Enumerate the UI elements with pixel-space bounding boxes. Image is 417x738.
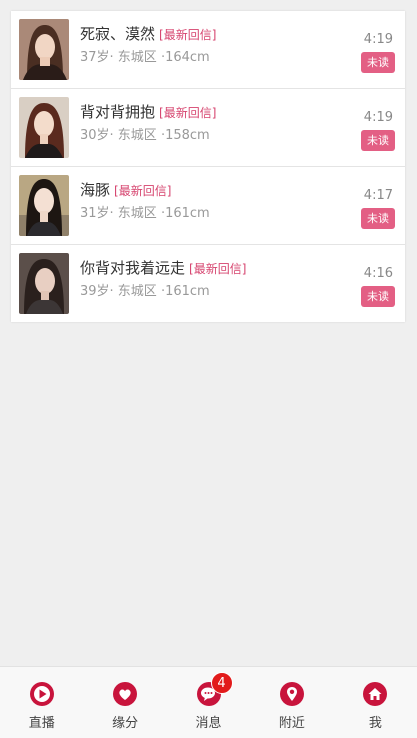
contact-name: 你背对我着远走 <box>80 259 186 277</box>
home-icon <box>363 682 388 706</box>
latest-reply-tag: [最新回信] <box>189 262 247 276</box>
message-count-badge: 4 <box>210 672 233 694</box>
name-line: 海豚 [最新回信] <box>80 179 171 200</box>
message-row[interactable]: 海豚 [最新回信] 31岁· 东城区 ·161cm 4:17 未读 <box>11 167 405 245</box>
message-row[interactable]: 背对背拥抱 [最新回信] 30岁· 东城区 ·158cm 4:19 未读 <box>11 89 405 167</box>
message-row[interactable]: 死寂、漠然 [最新回信] 37岁· 东城区 ·164cm 4:19 未读 <box>11 11 405 89</box>
contact-name: 背对背拥抱 <box>80 103 156 121</box>
contact-info: 30岁· 东城区 ·158cm <box>80 128 210 143</box>
heart-icon <box>113 682 138 706</box>
tab-nearby[interactable]: 附近 <box>250 667 333 738</box>
tab-label: 消息 <box>195 716 222 731</box>
message-page: 死寂、漠然 [最新回信] 37岁· 东城区 ·164cm 4:19 未读 背对背拥… <box>0 0 417 738</box>
live-play-icon <box>29 682 54 706</box>
name-line: 死寂、漠然 [最新回信] <box>80 23 216 44</box>
tab-fate[interactable]: 缘分 <box>83 667 166 738</box>
avatar[interactable] <box>19 253 69 314</box>
unread-badge: 未读 <box>361 130 395 151</box>
tab-live[interactable]: 直播 <box>0 667 83 738</box>
bottom-tab-bar: 直播 缘分 4 消息 附近 我 <box>0 666 417 738</box>
contact-name: 海豚 <box>80 181 111 199</box>
name-line: 你背对我着远走 [最新回信] <box>80 257 246 278</box>
avatar[interactable] <box>19 19 69 80</box>
unread-badge: 未读 <box>361 52 395 73</box>
tab-label: 直播 <box>28 716 55 731</box>
tab-label: 我 <box>368 716 382 731</box>
tab-label: 附近 <box>278 716 305 731</box>
contact-info: 39岁· 东城区 ·161cm <box>80 284 210 299</box>
message-time: 4:19 <box>363 110 393 125</box>
name-line: 背对背拥抱 [最新回信] <box>80 101 216 122</box>
message-time: 4:19 <box>363 32 393 47</box>
tab-label: 缘分 <box>112 716 139 731</box>
contact-name: 死寂、漠然 <box>80 25 156 43</box>
latest-reply-tag: [最新回信] <box>159 28 217 42</box>
message-row[interactable]: 你背对我着远走 [最新回信] 39岁· 东城区 ·161cm 4:16 未读 <box>11 245 405 322</box>
message-list: 死寂、漠然 [最新回信] 37岁· 东城区 ·164cm 4:19 未读 背对背拥… <box>11 11 405 322</box>
message-time: 4:16 <box>363 266 393 281</box>
unread-badge: 未读 <box>361 208 395 229</box>
tab-messages[interactable]: 4 消息 <box>167 667 250 738</box>
contact-info: 37岁· 东城区 ·164cm <box>80 50 210 65</box>
avatar[interactable] <box>19 97 69 158</box>
unread-badge: 未读 <box>361 286 395 307</box>
latest-reply-tag: [最新回信] <box>114 184 172 198</box>
latest-reply-tag: [最新回信] <box>159 106 217 120</box>
avatar[interactable] <box>19 175 69 236</box>
contact-info: 31岁· 东城区 ·161cm <box>80 206 210 221</box>
message-time: 4:17 <box>363 188 393 203</box>
tab-me[interactable]: 我 <box>334 667 417 738</box>
location-pin-icon <box>279 682 304 706</box>
